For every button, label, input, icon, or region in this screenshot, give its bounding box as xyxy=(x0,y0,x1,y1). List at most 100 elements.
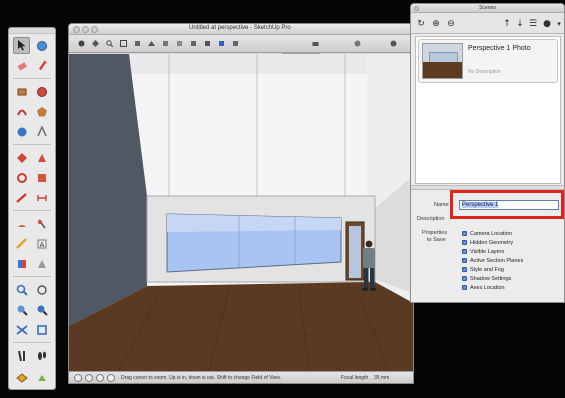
checkbox-check-icon[interactable]: ✓ xyxy=(462,276,467,281)
section-icon[interactable] xyxy=(231,39,240,48)
highlight-box xyxy=(450,190,564,219)
rotate-icon[interactable] xyxy=(13,149,30,166)
tape-measure-icon[interactable] xyxy=(13,189,30,206)
scale-icon[interactable] xyxy=(13,169,30,186)
scene-list: Perspective 1 Photo No Description xyxy=(415,36,561,184)
previous-view-icon[interactable] xyxy=(33,301,50,318)
sketchup-window: Untitled at perspective - SketchUp Pro D… xyxy=(68,23,414,384)
main-toolbar xyxy=(69,35,413,53)
property-checkbox-visible-layers[interactable]: ✓ Visible Layers xyxy=(462,248,504,255)
svg-text:A: A xyxy=(39,241,44,249)
orbit-icon[interactable] xyxy=(77,39,86,48)
zoom-extents-icon[interactable] xyxy=(119,39,128,48)
fog-icon[interactable] xyxy=(353,39,362,48)
3d-text-icon[interactable]: A xyxy=(33,235,50,252)
minimize-window-button[interactable] xyxy=(82,26,89,33)
instructor-icon[interactable] xyxy=(107,374,115,382)
scene-drawing xyxy=(69,54,413,371)
property-checkbox-shadow-settings[interactable]: ✓ Shadow Settings xyxy=(462,275,511,282)
text-icon[interactable] xyxy=(33,215,50,232)
update-scene-icon[interactable]: ↻ xyxy=(415,18,427,30)
arc-icon[interactable] xyxy=(13,103,30,120)
offset-icon[interactable] xyxy=(33,169,50,186)
3d-viewport[interactable] xyxy=(69,54,413,371)
scene-thumbnail xyxy=(422,43,463,79)
view-options-icon[interactable]: ☰ xyxy=(527,18,539,30)
zoom-icon[interactable] xyxy=(13,281,30,298)
move-scene-up-icon[interactable]: ↑ xyxy=(501,18,513,30)
textured-icon[interactable] xyxy=(203,39,212,48)
property-checkbox-camera-location[interactable]: ✓ Camera Location xyxy=(462,230,512,237)
checkbox-check-icon[interactable]: ✓ xyxy=(462,258,467,263)
move-scene-down-icon[interactable]: ↓ xyxy=(514,18,526,30)
scenes-panel-title[interactable]: Scenes xyxy=(411,4,564,13)
properties-to-save-label: to Save xyxy=(427,237,446,243)
checkbox-check-icon[interactable]: ✓ xyxy=(462,231,467,236)
checkbox-check-icon[interactable]: ✓ xyxy=(462,267,467,272)
palette-grip[interactable] xyxy=(9,28,55,34)
zoom-extents-icon[interactable] xyxy=(13,301,30,318)
scene-description: No Description xyxy=(468,69,501,75)
move-icon[interactable] xyxy=(13,123,30,140)
close-window-button[interactable] xyxy=(73,26,80,33)
rectangle-icon[interactable] xyxy=(13,83,30,100)
status-bar: Drag cursor to zoom. Up is in, down is o… xyxy=(69,371,413,383)
select-icon[interactable] xyxy=(13,37,30,54)
eraser-icon[interactable] xyxy=(13,57,30,74)
geo-location-icon[interactable] xyxy=(74,374,82,382)
scene-name: Perspective 1 Photo xyxy=(468,45,531,52)
zoom-window-icon[interactable] xyxy=(33,281,50,298)
property-checkbox-hidden-geometry[interactable]: ✓ Hidden Geometry xyxy=(462,239,513,246)
axes-icon[interactable] xyxy=(13,235,30,252)
show-details-icon[interactable]: ● xyxy=(541,18,553,30)
tool-palette: A xyxy=(8,27,56,390)
close-panel-button[interactable] xyxy=(414,6,419,11)
scenes-toolbar: ↻ ⊕ ⊖ ↑ ↓ ☰ ● ▾ xyxy=(411,13,564,34)
pan-icon[interactable] xyxy=(33,255,50,272)
pencil-icon[interactable] xyxy=(33,57,50,74)
push-pull-icon[interactable] xyxy=(33,123,50,140)
shadows-icon[interactable] xyxy=(217,39,226,48)
follow-me-icon[interactable] xyxy=(33,149,50,166)
perspective-icon[interactable] xyxy=(161,39,170,48)
zoom-window-button[interactable] xyxy=(91,26,98,33)
palette-divider xyxy=(13,210,51,211)
polygon-icon[interactable] xyxy=(33,103,50,120)
dimension-icon[interactable] xyxy=(33,189,50,206)
front-view-icon[interactable] xyxy=(133,39,142,48)
checkbox-check-icon[interactable]: ✓ xyxy=(462,285,467,290)
position-camera-icon[interactable] xyxy=(389,39,398,48)
scene-item[interactable]: Perspective 1 Photo No Description xyxy=(418,39,558,83)
footprints-icon[interactable] xyxy=(33,347,50,364)
sandbox-icon[interactable] xyxy=(33,369,50,386)
help-icon[interactable] xyxy=(96,374,104,382)
checkbox-check-icon[interactable]: ✓ xyxy=(462,240,467,245)
paint-bucket-icon[interactable] xyxy=(33,37,50,54)
property-checkbox-axes-location[interactable]: ✓ Axes Location xyxy=(462,284,505,291)
credits-icon[interactable] xyxy=(85,374,93,382)
measurement-value[interactable]: 35 mm xyxy=(374,375,389,381)
panel-menu-chevron-down-icon[interactable]: ▾ xyxy=(553,18,564,30)
palette-divider xyxy=(13,144,51,145)
property-checkbox-active-section-planes[interactable]: ✓ Active Section Planes xyxy=(462,257,523,264)
top-view-icon[interactable] xyxy=(147,39,156,48)
checkbox-check-icon[interactable]: ✓ xyxy=(462,249,467,254)
orbit-icon[interactable] xyxy=(13,255,30,272)
remove-scene-icon[interactable]: ⊖ xyxy=(445,18,457,30)
section-plane-icon[interactable] xyxy=(13,369,30,386)
window-title-bar[interactable]: Untitled at perspective - SketchUp Pro xyxy=(69,24,413,35)
add-scene-icon[interactable]: ⊕ xyxy=(430,18,442,30)
description-label: Description xyxy=(417,216,445,222)
protractor-icon[interactable] xyxy=(13,215,30,232)
palette-divider xyxy=(13,78,51,79)
walk-icon[interactable] xyxy=(33,321,50,338)
look-around-icon[interactable] xyxy=(13,347,30,364)
circle-icon[interactable] xyxy=(33,83,50,100)
pan-icon[interactable] xyxy=(91,39,100,48)
zoom-icon[interactable] xyxy=(105,39,114,48)
property-checkbox-style-and-fog[interactable]: ✓ Style and Fog xyxy=(462,266,504,273)
shaded-icon[interactable] xyxy=(189,39,198,48)
camera-icon[interactable] xyxy=(311,39,320,48)
xray-icon[interactable] xyxy=(175,39,184,48)
position-camera-icon[interactable] xyxy=(13,321,30,338)
